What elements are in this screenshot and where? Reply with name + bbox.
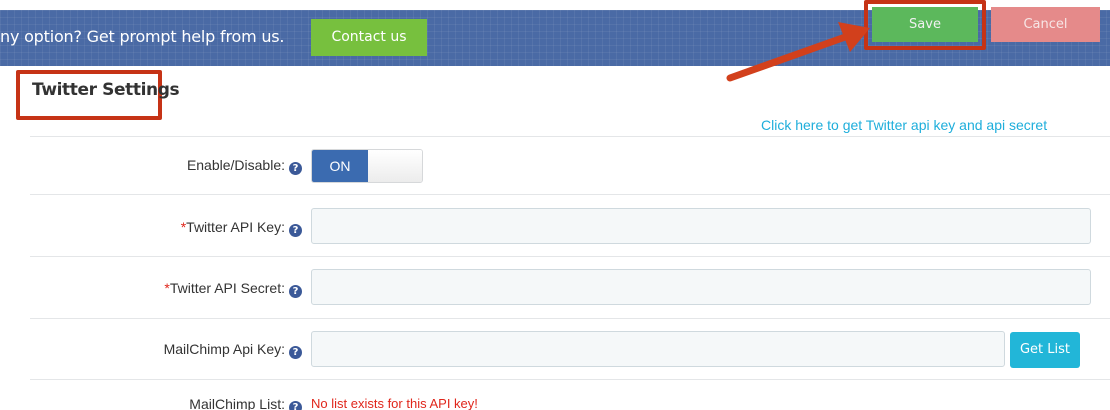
twitter-api-key-input[interactable] bbox=[311, 208, 1091, 244]
get-list-button[interactable]: Get List bbox=[1010, 332, 1080, 368]
contact-us-button[interactable]: Contact us bbox=[311, 19, 427, 56]
toggle-on-label: ON bbox=[312, 150, 368, 182]
twitter-api-help-link[interactable]: Click here to get Twitter api key and ap… bbox=[761, 117, 1047, 133]
question-circle-icon[interactable]: ? bbox=[289, 224, 302, 237]
question-circle-icon[interactable]: ? bbox=[289, 285, 302, 298]
divider bbox=[30, 194, 1110, 195]
mailchimp-api-key-input[interactable] bbox=[311, 331, 1005, 367]
mailchimp-list-error: No list exists for this API key! bbox=[311, 396, 478, 410]
divider bbox=[30, 318, 1110, 319]
toggle-knob bbox=[368, 150, 422, 182]
annotation-arrow-icon bbox=[726, 22, 870, 82]
cancel-button[interactable]: Cancel bbox=[991, 7, 1100, 42]
save-button[interactable]: Save bbox=[872, 7, 978, 42]
divider bbox=[30, 136, 1110, 137]
enable-disable-label: Enable/Disable:? bbox=[187, 157, 302, 175]
divider bbox=[30, 379, 1110, 380]
twitter-api-key-label: *Twitter API Key:? bbox=[181, 219, 302, 237]
divider bbox=[30, 256, 1110, 257]
help-text: ny option? Get prompt help from us. bbox=[0, 27, 285, 46]
mailchimp-list-label: MailChimp List:? bbox=[189, 396, 302, 410]
question-circle-icon[interactable]: ? bbox=[289, 162, 302, 175]
page-title: Twitter Settings bbox=[32, 80, 180, 100]
question-circle-icon[interactable]: ? bbox=[289, 401, 302, 410]
twitter-api-secret-input[interactable] bbox=[311, 269, 1091, 305]
twitter-api-secret-label: *Twitter API Secret:? bbox=[164, 280, 302, 298]
mailchimp-api-key-label: MailChimp Api Key:? bbox=[164, 341, 302, 359]
enable-toggle[interactable]: ON bbox=[311, 149, 423, 183]
question-circle-icon[interactable]: ? bbox=[289, 346, 302, 359]
